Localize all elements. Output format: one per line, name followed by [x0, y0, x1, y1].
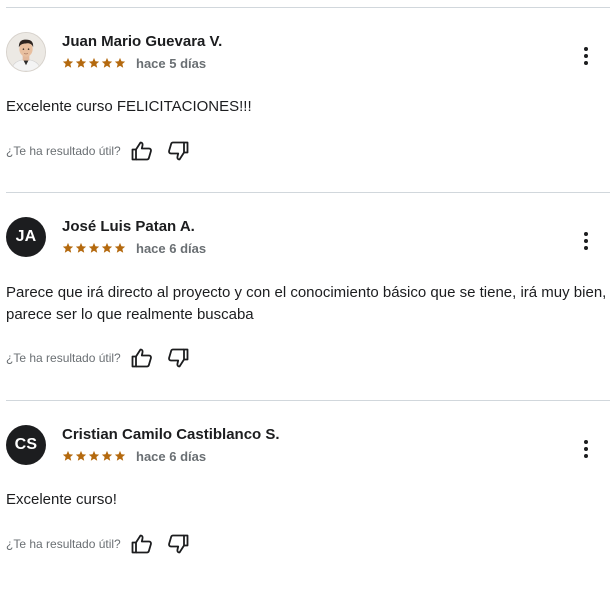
- thumbs-up-icon: [131, 534, 152, 554]
- review-text: Excelente curso FELICITACIONES!!!: [6, 98, 252, 115]
- avatar-photo-icon: [7, 33, 45, 71]
- dot-icon: [584, 232, 588, 236]
- avatar: [6, 32, 46, 72]
- thumbs-up-icon: [131, 348, 152, 368]
- dot-icon: [584, 239, 588, 243]
- thumbs-down-button[interactable]: [165, 532, 191, 556]
- reviewer-name: Juan Mario Guevara V.: [62, 33, 223, 50]
- dot-icon: [584, 447, 588, 451]
- thumbs-up-button[interactable]: [129, 532, 155, 556]
- review-meta: hace 6 días: [62, 240, 207, 256]
- avatar: CS: [6, 425, 46, 465]
- review-date: hace 6 días: [136, 448, 207, 464]
- dot-icon: [584, 61, 588, 65]
- star-icon: [62, 450, 74, 461]
- helpful-row: ¿Te ha resultado útil?: [6, 346, 191, 370]
- star-icon: [75, 57, 87, 68]
- helpful-row: ¿Te ha resultado útil?: [6, 139, 191, 163]
- star-icon: [114, 450, 126, 461]
- star-icon: [62, 242, 74, 253]
- more-options-button[interactable]: [574, 437, 598, 461]
- star-icon: [101, 57, 113, 68]
- thumbs-down-icon: [167, 348, 189, 368]
- dot-icon: [584, 54, 588, 58]
- thumbs-down-icon: [167, 534, 189, 554]
- star-icon: [88, 450, 100, 461]
- review-meta: hace 5 días: [62, 55, 207, 71]
- divider: [6, 400, 610, 401]
- thumbs-down-button[interactable]: [165, 139, 191, 163]
- helpful-label: ¿Te ha resultado útil?: [6, 144, 121, 158]
- divider: [6, 7, 610, 8]
- helpful-label: ¿Te ha resultado útil?: [6, 537, 121, 551]
- avatar: JA: [6, 217, 46, 257]
- dot-icon: [584, 246, 588, 250]
- star-icon: [101, 242, 113, 253]
- review-text: Excelente curso!: [6, 491, 117, 508]
- thumbs-down-button[interactable]: [165, 346, 191, 370]
- review-meta: hace 6 días: [62, 448, 207, 464]
- star-icon: [114, 242, 126, 253]
- star-icon: [88, 242, 100, 253]
- reviews-list: Juan Mario Guevara V. hace 5 días Excele…: [0, 0, 614, 593]
- helpful-row: ¿Te ha resultado útil?: [6, 532, 191, 556]
- thumbs-up-button[interactable]: [129, 139, 155, 163]
- more-options-button[interactable]: [574, 229, 598, 253]
- thumbs-down-icon: [167, 141, 189, 161]
- star-rating: [62, 57, 126, 69]
- reviewer-name: Cristian Camilo Castiblanco S.: [62, 426, 280, 443]
- review-date: hace 6 días: [136, 240, 207, 256]
- divider: [6, 192, 610, 193]
- dot-icon: [584, 440, 588, 444]
- reviewer-name: José Luis Patan A.: [62, 218, 195, 235]
- star-rating: [62, 450, 126, 462]
- review-text: Parece que irá directo al proyecto y con…: [6, 284, 607, 323]
- star-icon: [88, 57, 100, 68]
- more-options-button[interactable]: [574, 44, 598, 68]
- thumbs-up-button[interactable]: [129, 346, 155, 370]
- dot-icon: [584, 47, 588, 51]
- star-icon: [75, 450, 87, 461]
- star-icon: [62, 57, 74, 68]
- thumbs-up-icon: [131, 141, 152, 161]
- helpful-label: ¿Te ha resultado útil?: [6, 351, 121, 365]
- star-icon: [114, 57, 126, 68]
- star-icon: [101, 450, 113, 461]
- star-rating: [62, 242, 126, 254]
- star-icon: [75, 242, 87, 253]
- dot-icon: [584, 454, 588, 458]
- review-date: hace 5 días: [136, 55, 207, 71]
